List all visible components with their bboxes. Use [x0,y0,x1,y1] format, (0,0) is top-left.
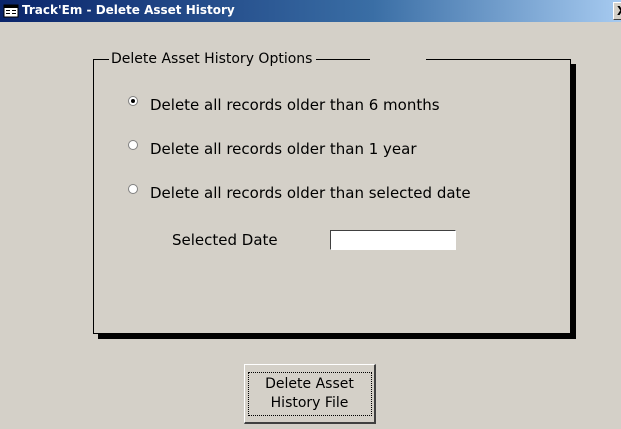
delete-asset-history-button[interactable]: Delete Asset History File [244,364,376,424]
title-bar: Track'Em - Delete Asset History X [0,0,621,22]
radio-button-selected-date[interactable] [128,184,138,194]
window-title: Track'Em - Delete Asset History [22,3,235,17]
selected-date-label: Selected Date [172,231,278,249]
delete-button-line1: Delete Asset [265,375,354,392]
radio-option-selected-date[interactable]: Delete all records older than selected d… [128,182,471,204]
radio-label-1-year: Delete all records older than 1 year [150,140,417,158]
form-icon[interactable] [3,3,19,19]
close-button[interactable]: X [613,2,621,20]
delete-button-line2: History File [270,394,349,411]
radio-option-6-months[interactable]: Delete all records older than 6 months [128,94,440,116]
legend-gap [370,55,426,63]
selected-date-input[interactable] [330,230,456,250]
radio-label-6-months: Delete all records older than 6 months [150,96,440,114]
radio-button-6-months[interactable] [128,96,138,106]
delete-button-label: Delete Asset History File [247,371,372,416]
radio-label-selected-date: Delete all records older than selected d… [150,184,471,202]
radio-button-1-year[interactable] [128,140,138,150]
options-group-legend: Delete Asset History Options [109,49,317,69]
radio-option-1-year[interactable]: Delete all records older than 1 year [128,138,417,160]
